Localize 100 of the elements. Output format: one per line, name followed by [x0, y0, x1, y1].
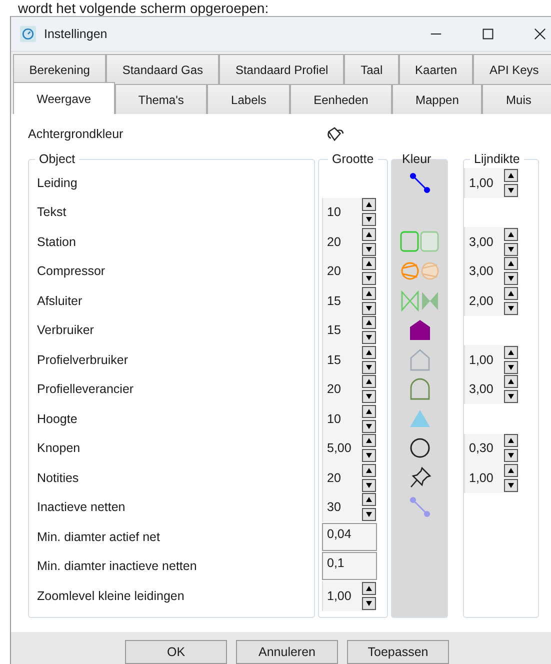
- paint-bucket-icon[interactable]: [326, 126, 345, 142]
- size-spin-field[interactable]: 10: [322, 404, 376, 434]
- thickness-spin-field[interactable]: 1,00: [464, 168, 518, 198]
- tab[interactable]: Berekening: [13, 54, 106, 84]
- size-spin-field[interactable]: 15: [322, 316, 376, 345]
- dialog-button[interactable]: Toepassen: [347, 640, 449, 664]
- thickness-spin-field[interactable]: 3,00: [464, 374, 518, 404]
- thickness-spin-field[interactable]: 2,00: [464, 286, 518, 316]
- spin-up-button[interactable]: [362, 346, 376, 359]
- maximize-icon[interactable]: [482, 28, 494, 40]
- object-label: Notities: [36, 470, 79, 485]
- group-legend: Lijndikte: [470, 152, 524, 166]
- object-label: Leiding: [36, 176, 78, 190]
- spin-down-button[interactable]: [362, 272, 376, 286]
- spin-down-button[interactable]: [362, 449, 376, 462]
- size-spin-field[interactable]: 10: [322, 198, 376, 227]
- tab[interactable]: Weergave: [13, 82, 115, 114]
- spin-down-button[interactable]: [504, 478, 518, 492]
- spin-up-button[interactable]: [504, 434, 518, 448]
- object-label: Afsluiter: [36, 294, 82, 308]
- object-label: Inactieve netten: [36, 500, 126, 514]
- spin-up-button[interactable]: [504, 168, 518, 182]
- size-spin-field[interactable]: 1,00: [322, 581, 376, 610]
- size-spin-field[interactable]: 20: [322, 227, 376, 256]
- close-icon[interactable]: [534, 28, 546, 40]
- spin-down-button[interactable]: [362, 390, 376, 404]
- spin-down-button[interactable]: [362, 302, 376, 315]
- size-input-field[interactable]: 0,1: [322, 552, 377, 580]
- tab[interactable]: Standaard Gas: [106, 54, 220, 84]
- spin-down-button[interactable]: [362, 596, 376, 610]
- spin-up-button[interactable]: [362, 316, 376, 330]
- spin-down-button[interactable]: [362, 331, 376, 344]
- size-spin-field[interactable]: 15: [322, 286, 376, 316]
- app-icon: [20, 26, 36, 42]
- spin-down-button[interactable]: [504, 360, 518, 374]
- spin-up-button[interactable]: [362, 228, 376, 241]
- spin-up-button[interactable]: [504, 346, 518, 359]
- spin-up-button[interactable]: [362, 375, 376, 388]
- tab[interactable]: Muis: [482, 84, 551, 114]
- object-label: Zoomlevel kleine leidingen: [36, 588, 184, 603]
- group-legend: Object: [35, 152, 80, 166]
- spin-up-button[interactable]: [362, 404, 376, 418]
- object-label: Min. diamter actief net: [36, 530, 160, 544]
- dialog-button[interactable]: OK: [125, 640, 227, 664]
- tab[interactable]: Eenheden: [290, 84, 392, 114]
- spin-down-button[interactable]: [504, 302, 518, 315]
- object-label: Hoogte: [36, 412, 78, 426]
- spin-up-button[interactable]: [362, 198, 376, 212]
- spin-up-button[interactable]: [504, 464, 518, 477]
- tab[interactable]: Mappen: [392, 84, 482, 114]
- spin-down-button[interactable]: [504, 272, 518, 286]
- size-spin-field[interactable]: 20: [322, 374, 376, 404]
- size-spin-field[interactable]: 15: [322, 345, 376, 374]
- spin-up-button[interactable]: [504, 228, 518, 241]
- spin-down-button[interactable]: [504, 242, 518, 256]
- spin-down-button[interactable]: [362, 420, 376, 433]
- object-label: Station: [36, 234, 76, 249]
- size-spin-field[interactable]: 20: [322, 463, 376, 492]
- size-spin-field[interactable]: 5,00: [322, 434, 376, 463]
- thickness-spin-field[interactable]: 1,00: [464, 345, 518, 374]
- object-label: Min. diamter inactieve netten: [36, 559, 197, 574]
- spin-down-button[interactable]: [504, 184, 518, 197]
- thickness-spin-field[interactable]: 3,00: [464, 256, 518, 286]
- object-label: Compressor: [36, 264, 106, 278]
- caption-text: wordt het volgende scherm opgeroepen:: [17, 0, 270, 16]
- thickness-spin-field[interactable]: 1,00: [464, 463, 518, 492]
- tab[interactable]: Labels: [207, 84, 290, 114]
- size-spin-field[interactable]: 30: [322, 492, 376, 522]
- spin-down-button[interactable]: [504, 449, 518, 462]
- spin-up-button[interactable]: [504, 257, 518, 270]
- spin-up-button[interactable]: [362, 464, 376, 477]
- tab[interactable]: Standaard Profiel: [219, 54, 344, 84]
- spin-up-button[interactable]: [362, 582, 376, 595]
- spin-up-button[interactable]: [504, 375, 518, 388]
- spin-down-button[interactable]: [362, 478, 376, 492]
- object-label: Tekst: [36, 205, 66, 220]
- spin-down-button[interactable]: [362, 360, 376, 374]
- tab[interactable]: API Keys: [473, 54, 551, 84]
- thickness-spin-field[interactable]: 0,30: [464, 434, 518, 463]
- group-legend: Kleur: [398, 152, 436, 166]
- object-label: Profielverbruiker: [36, 352, 128, 367]
- spin-up-button[interactable]: [362, 493, 376, 506]
- spin-up-button[interactable]: [362, 257, 376, 270]
- object-label: Verbruiker: [36, 323, 94, 338]
- dialog-button[interactable]: Annuleren: [236, 640, 338, 664]
- window-title: Instellingen: [44, 27, 108, 41]
- spin-down-button[interactable]: [362, 213, 376, 226]
- thickness-spin-field[interactable]: 3,00: [464, 227, 518, 256]
- spin-down-button[interactable]: [504, 390, 518, 404]
- size-input-field[interactable]: 0,04: [322, 522, 377, 551]
- spin-down-button[interactable]: [362, 508, 376, 522]
- spin-up-button[interactable]: [504, 286, 518, 300]
- spin-down-button[interactable]: [362, 242, 376, 256]
- tab[interactable]: Kaarten: [398, 54, 474, 84]
- tab[interactable]: Thema's: [114, 84, 208, 114]
- group-legend: Grootte: [328, 152, 378, 166]
- spin-up-button[interactable]: [362, 434, 376, 448]
- tab[interactable]: Taal: [344, 54, 399, 84]
- size-spin-field[interactable]: 20: [322, 256, 376, 286]
- spin-up-button[interactable]: [362, 286, 376, 300]
